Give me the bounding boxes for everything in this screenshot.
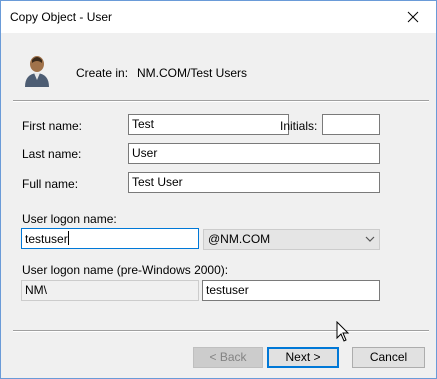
first-name-label: First name: [22, 119, 83, 133]
chevron-down-icon [365, 236, 375, 242]
text-caret [67, 231, 69, 245]
next-button[interactable]: Next > [267, 347, 339, 368]
copy-object-user-dialog: Copy Object - User Create in: NM.COM/Tes… [0, 0, 437, 379]
last-name-label: Last name: [22, 147, 82, 161]
full-name-field[interactable]: Test User [128, 172, 380, 193]
pre2000-domain-field: NM\ [21, 280, 199, 301]
close-button[interactable] [390, 1, 436, 33]
full-name-label: Full name: [22, 177, 79, 191]
pre2000-logon-label: User logon name (pre-Windows 2000): [22, 263, 229, 277]
footer-divider [13, 330, 429, 332]
domain-suffix-value: @NM.COM [208, 232, 271, 246]
header-divider [13, 100, 429, 102]
window-title: Copy Object - User [10, 10, 113, 24]
user-icon [25, 56, 49, 87]
initials-field[interactable] [322, 114, 380, 135]
create-in-label: Create in: [76, 66, 129, 80]
back-button[interactable]: < Back [193, 347, 263, 368]
logon-name-text: testuser [25, 232, 68, 246]
cancel-button[interactable]: Cancel [352, 347, 425, 368]
mouse-pointer-icon [336, 321, 350, 342]
initials-label: Initials: [280, 119, 318, 133]
pre2000-logon-name-field[interactable]: testuser [202, 280, 380, 301]
first-name-field[interactable]: Test [128, 114, 289, 135]
title-bar: Copy Object - User [1, 1, 436, 33]
logon-name-label: User logon name: [22, 212, 117, 226]
domain-suffix-dropdown[interactable]: @NM.COM [203, 229, 380, 250]
close-icon [407, 11, 419, 23]
logon-name-field[interactable]: testuser [21, 228, 199, 249]
last-name-field[interactable]: User [128, 143, 380, 164]
create-in-path: NM.COM/Test Users [137, 66, 248, 80]
